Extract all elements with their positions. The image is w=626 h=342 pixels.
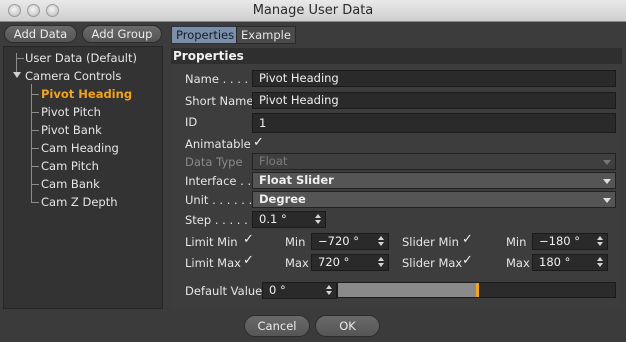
tree-connector	[31, 94, 39, 95]
tree-item-cam-bank[interactable]: Cam Bank	[41, 176, 100, 192]
data-type-label: Data Type	[185, 155, 243, 169]
id-field[interactable]: 1	[252, 113, 616, 133]
default-value-slider[interactable]	[337, 282, 616, 298]
stepper-arrows-icon[interactable]	[596, 235, 604, 248]
add-data-button[interactable]: Add Data	[4, 25, 77, 43]
step-stepper[interactable]: 0.1 °	[252, 211, 326, 228]
properties-section-header: Properties	[171, 48, 622, 64]
step-value: 0.1 °	[259, 212, 287, 226]
min-stepper[interactable]: −720 °	[311, 233, 389, 250]
cancel-button[interactable]: Cancel	[244, 315, 310, 337]
limit-max-label: Limit Max	[185, 256, 241, 270]
tree-connector	[16, 58, 24, 59]
tree-item-pivot-bank[interactable]: Pivot Bank	[41, 122, 102, 138]
slider-min-checkbox[interactable]: ✓	[462, 233, 474, 247]
interface-label: Interface . .	[185, 174, 252, 188]
slider-max-stepper[interactable]: 180 °	[532, 254, 608, 271]
user-data-tree[interactable]: User Data (Default) Camera Controls Pivo…	[3, 46, 163, 309]
tree-connector	[31, 148, 39, 149]
id-label: ID	[185, 115, 198, 129]
default-value-label: Default Value	[185, 284, 263, 298]
slider-max-value: 180 °	[539, 255, 571, 269]
slider-max-label: Slider Max	[402, 256, 463, 270]
tree-group-camera-controls[interactable]: Camera Controls	[25, 68, 121, 84]
expand-triangle-icon[interactable]	[13, 72, 21, 78]
step-label: Step . . . . . .	[185, 213, 256, 227]
short-name-field[interactable]: Pivot Heading	[252, 92, 616, 109]
tree-connector	[31, 166, 39, 167]
name-label: Name . . . . .	[185, 72, 256, 86]
slider-max-max-label: Max	[506, 256, 530, 270]
tree-item-pivot-heading[interactable]: Pivot Heading	[41, 86, 132, 102]
max-label: Max	[285, 256, 309, 270]
stepper-arrows-icon[interactable]	[314, 213, 322, 226]
stepper-arrows-icon[interactable]	[377, 235, 385, 248]
unit-value: Degree	[259, 192, 306, 206]
stepper-arrows-icon[interactable]	[596, 256, 604, 269]
slider-min-stepper[interactable]: −180 °	[532, 233, 608, 250]
min-label: Min	[285, 235, 306, 249]
interface-value: Float Slider	[259, 173, 334, 187]
tree-item-pivot-pitch[interactable]: Pivot Pitch	[41, 104, 101, 120]
tree-connector	[31, 184, 39, 185]
limit-min-checkbox[interactable]: ✓	[243, 233, 255, 247]
unit-label: Unit . . . . . .	[185, 193, 253, 207]
limit-max-checkbox[interactable]: ✓	[243, 254, 255, 268]
tree-item-user-data-default[interactable]: User Data (Default)	[25, 50, 137, 66]
dialog-footer	[0, 309, 626, 342]
animatable-checkbox[interactable]: ✓	[253, 136, 265, 150]
animatable-label: Animatable	[185, 137, 251, 151]
window-title: Manage User Data	[252, 3, 374, 18]
ok-button[interactable]: OK	[315, 315, 380, 337]
tab-properties[interactable]: Properties	[171, 26, 240, 44]
limit-min-label: Limit Min	[185, 235, 238, 249]
unit-dropdown[interactable]: Degree	[252, 191, 616, 208]
slider-min-min-label: Min	[506, 235, 527, 249]
default-value-stepper[interactable]: 0 °	[262, 282, 337, 299]
slider-fill	[338, 283, 477, 297]
stepper-arrows-icon[interactable]	[325, 284, 333, 297]
tree-item-cam-pitch[interactable]: Cam Pitch	[41, 158, 99, 174]
title-bar: Manage User Data	[0, 0, 626, 22]
tab-example[interactable]: Example	[236, 26, 296, 44]
slider-min-label: Slider Min	[402, 235, 459, 249]
data-type-dropdown: Float	[252, 153, 616, 170]
max-stepper[interactable]: 720 °	[311, 254, 389, 271]
interface-dropdown[interactable]: Float Slider	[252, 172, 616, 189]
default-value: 0 °	[269, 283, 286, 297]
tree-connector	[31, 112, 39, 113]
max-value: 720 °	[318, 255, 350, 269]
tree-connector	[31, 202, 39, 203]
chevron-down-icon	[603, 179, 611, 184]
tree-item-cam-heading[interactable]: Cam Heading	[41, 140, 119, 156]
tree-item-cam-z-depth[interactable]: Cam Z Depth	[41, 194, 118, 210]
short-name-label: Short Name	[185, 94, 254, 108]
slider-handle[interactable]	[476, 283, 479, 297]
chevron-down-icon	[603, 198, 611, 203]
slider-max-checkbox[interactable]: ✓	[462, 254, 474, 268]
add-group-button[interactable]: Add Group	[82, 25, 162, 43]
name-field[interactable]: Pivot Heading	[252, 70, 616, 87]
stepper-arrows-icon[interactable]	[377, 256, 385, 269]
min-value: −720 °	[318, 234, 359, 248]
data-type-value: Float	[259, 154, 288, 168]
chevron-down-icon	[603, 160, 611, 165]
tree-connector	[31, 130, 39, 131]
slider-min-value: −180 °	[539, 234, 580, 248]
